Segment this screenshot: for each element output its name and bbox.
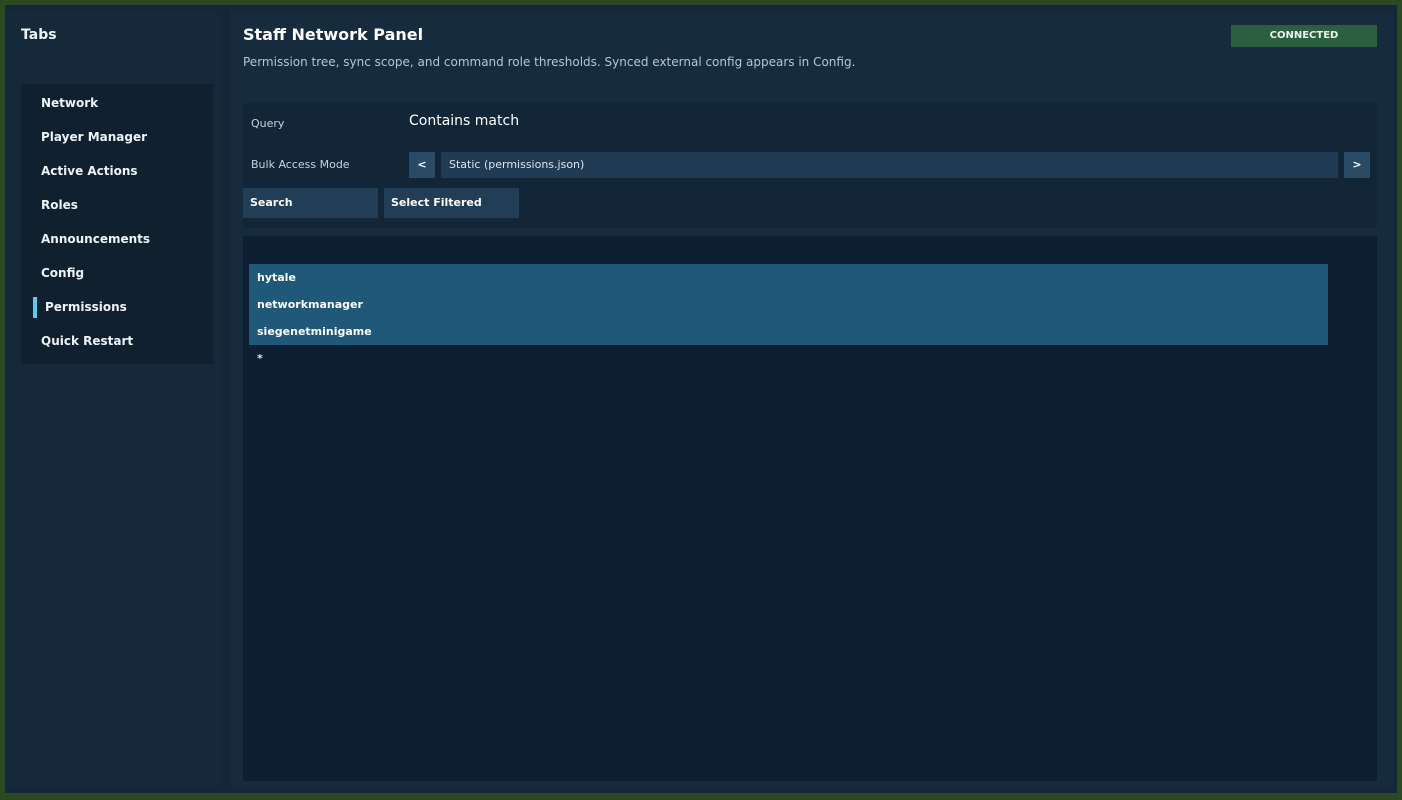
sidebar-item-label: Permissions [45,300,127,314]
active-tab-marker [33,297,37,318]
permission-item-wildcard[interactable]: * [249,345,1328,372]
bulk-access-mode-label: Bulk Access Mode [251,158,350,171]
page-title: Staff Network Panel [243,25,424,44]
permission-item-hytale[interactable]: hytale [249,264,1328,291]
permission-item-networkmanager[interactable]: networkmanager [249,291,1328,318]
permission-item-siegenetminigame[interactable]: siegenetminigame [249,318,1328,345]
sidebar-item-label: Config [41,266,85,280]
query-panel: Query Contains match Bulk Access Mode < … [243,103,1377,228]
sidebar-title: Tabs [21,27,57,43]
sidebar-item-label: Roles [41,198,78,212]
sidebar-item-announcements[interactable]: Announcements [21,222,213,256]
bulk-mode-value: Static (permissions.json) [441,152,1338,178]
permission-list: hytale networkmanager siegenetminigame * [243,236,1377,781]
sidebar-item-roles[interactable]: Roles [21,188,213,222]
select-filtered-button[interactable]: Select Filtered [384,188,519,218]
search-button[interactable]: Search [243,188,378,218]
status-badge: CONNECTED [1231,25,1377,47]
main-panel: Staff Network Panel Permission tree, syn… [230,11,1394,787]
sidebar-item-config[interactable]: Config [21,256,213,290]
sidebar-item-permissions[interactable]: Permissions [21,290,213,324]
sidebar-item-label: Player Manager [41,130,148,144]
sidebar-item-label: Active Actions [41,164,138,178]
page-subtitle: Permission tree, sync scope, and command… [243,55,856,69]
sidebar-item-quick-restart[interactable]: Quick Restart [21,324,213,358]
query-mode-value[interactable]: Contains match [409,113,519,129]
tab-list: Network Player Manager Active Actions Ro… [21,84,213,364]
sidebar-item-label: Network [41,96,99,110]
sidebar: Tabs Network Player Manager Active Actio… [5,11,221,787]
sidebar-item-network[interactable]: Network [21,86,213,120]
app-window: Tabs Network Player Manager Active Actio… [5,5,1397,793]
query-label: Query [251,117,285,130]
bulk-mode-next-button[interactable]: > [1344,152,1370,178]
bulk-mode-prev-button[interactable]: < [409,152,435,178]
sidebar-item-label: Announcements [41,232,151,246]
sidebar-item-active-actions[interactable]: Active Actions [21,154,213,188]
sidebar-item-player-manager[interactable]: Player Manager [21,120,213,154]
sidebar-item-label: Quick Restart [41,334,134,348]
